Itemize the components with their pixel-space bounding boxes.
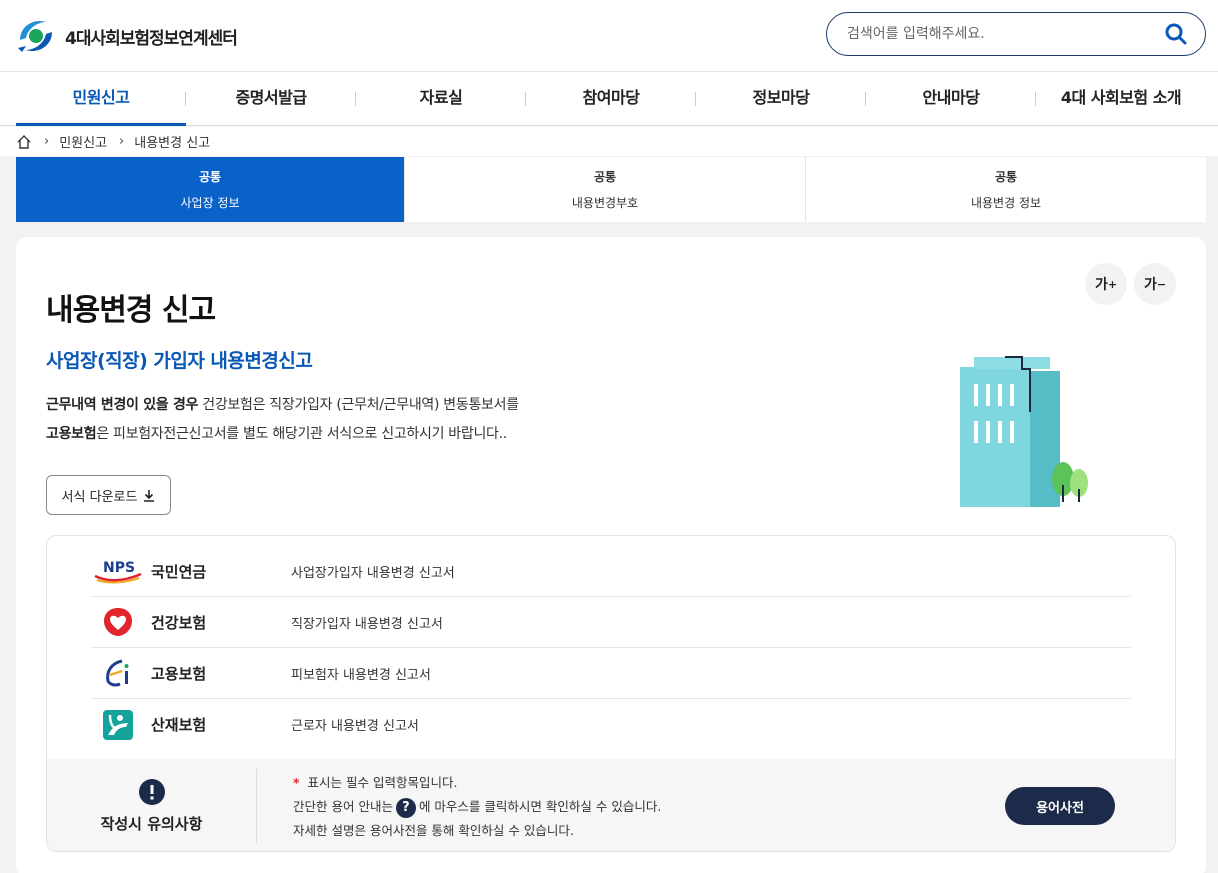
chevron-right-icon: › xyxy=(119,134,125,149)
insurance-form-name: 직장가입자 내용변경 신고서 xyxy=(291,616,443,632)
insurance-name: 산재보험 xyxy=(151,716,207,734)
chevron-right-icon: › xyxy=(44,134,50,149)
insurance-form-name: 근로자 내용변경 신고서 xyxy=(291,719,419,734)
nps-logo-icon: NPS xyxy=(91,554,145,588)
nav-item-information[interactable]: 정보마당 xyxy=(696,72,866,126)
page-title: 내용변경 신고 xyxy=(46,293,216,328)
nav-item-certificate[interactable]: 증명서발급 xyxy=(186,72,356,126)
font-decrease-button[interactable]: 가 − xyxy=(1134,263,1176,305)
content-card: 가 + 가 − 내용변경 신고 사업장(직장) 가입자 내용변경신고 근무내역 변경… xyxy=(16,237,1206,873)
search-box xyxy=(826,12,1206,56)
nhis-logo-icon xyxy=(91,605,145,639)
notice-line-2-pre: 간단한 용어 안내는 xyxy=(293,799,393,814)
search-icon[interactable] xyxy=(1163,21,1189,47)
desc-emphasis: 고용보험 xyxy=(46,426,97,442)
help-question-icon: ? xyxy=(395,797,416,818)
insurance-row-employment: 고용보험 피보험자 내용변경 신고서 xyxy=(91,648,1131,699)
insurance-form-name: 피보험자 내용변경 신고서 xyxy=(291,667,431,683)
minus-icon: − xyxy=(1156,277,1167,291)
notice-line-2-post: 에 마우스를 클릭하시면 확인하실 수 있습니다. xyxy=(418,799,662,814)
desc-emphasis: 근무내역 변경이 있을 경우 xyxy=(46,397,199,413)
step-tab-category: 공통 xyxy=(994,170,1018,184)
page-description: 근무내역 변경이 있을 경우 건강보험은 직장가입자 (근무처/근무내역) 변동… xyxy=(46,391,519,449)
step-tab-category: 공통 xyxy=(593,170,617,184)
breadcrumb-item-current: 내용변경 신고 xyxy=(134,136,211,151)
site-header: 4대사회보험정보연계센터 xyxy=(0,0,1218,72)
font-decrease-label: 가 xyxy=(1143,277,1157,293)
required-mark: * xyxy=(293,775,300,790)
insurance-row-health: 건강보험 직장가입자 내용변경 신고서 xyxy=(91,597,1131,648)
form-download-button[interactable]: 서식 다운로드 xyxy=(46,475,171,515)
font-increase-button[interactable]: 가 + xyxy=(1085,263,1127,305)
step-tab-change-info[interactable]: 공통 내용변경 정보 xyxy=(806,157,1206,222)
notice-line-3: 자세한 설명은 용어사전을 통해 확인하실 수 있습니다. xyxy=(293,823,574,838)
home-icon[interactable] xyxy=(16,134,32,150)
plus-icon: + xyxy=(1107,277,1118,291)
font-increase-label: 가 xyxy=(1094,277,1108,293)
center-logo-icon xyxy=(18,20,52,52)
nav-item-about[interactable]: 4대 사회보험 소개 xyxy=(1036,72,1206,126)
notice-line-1: 표시는 필수 입력항목입니다. xyxy=(303,775,458,790)
insurance-form-name: 사업장가입자 내용변경 신고서 xyxy=(291,565,455,581)
notice-text: * 표시는 필수 입력항목입니다. 간단한 용어 안내는? 에 마우스를 클릭하시… xyxy=(293,771,661,843)
nav-item-civil-report[interactable]: 민원신고 xyxy=(16,72,186,126)
site-logo[interactable]: 4대사회보험정보연계센터 xyxy=(16,16,238,56)
search-input[interactable] xyxy=(847,23,1157,45)
step-tab-label: 내용변경 정보 xyxy=(970,196,1042,210)
desc-text: 건강보험은 직장가입자 (근무처/근무내역) 변동통보서를 xyxy=(198,397,519,413)
notice-label: 작성시 유의사항 xyxy=(100,814,203,833)
insurance-row-nps: NPS 국민연금 사업장가입자 내용변경 신고서 xyxy=(91,546,1131,597)
site-title: 4대사회보험정보연계센터 xyxy=(65,28,238,49)
desc-text: 은 피보험자전근신고서를 별도 해당기관 서식으로 신고하시기 바랍니다.. xyxy=(96,426,507,442)
step-tab-category: 공통 xyxy=(198,170,222,184)
notice-heading: 작성시 유의사항 xyxy=(47,769,257,843)
insurance-name: 건강보험 xyxy=(151,613,207,632)
building-illustration xyxy=(960,356,1088,507)
nav-item-guide[interactable]: 안내마당 xyxy=(866,72,1036,126)
insurance-name: 국민연금 xyxy=(151,562,207,581)
insurance-row-industrial: 산재보험 근로자 내용변경 신고서 xyxy=(91,699,1131,750)
employment-logo-icon xyxy=(91,656,145,690)
step-tab-label: 내용변경부호 xyxy=(571,196,639,210)
step-tabs: 공통 사업장 정보 공통 내용변경부호 공통 내용변경 정보 xyxy=(16,157,1206,222)
nps-logo-text: NPS xyxy=(103,560,135,576)
step-tab-workplace-info[interactable]: 공통 사업장 정보 xyxy=(16,157,405,222)
exclamation-icon xyxy=(138,778,165,805)
comwel-logo-icon xyxy=(91,708,145,742)
nav-item-archive[interactable]: 자료실 xyxy=(356,72,526,126)
insurance-form-box: NPS 국민연금 사업장가입자 내용변경 신고서 건강보험 직장가입자 내용변경… xyxy=(46,535,1176,852)
download-icon xyxy=(144,489,155,502)
insurance-name: 고용보험 xyxy=(151,664,207,683)
glossary-button[interactable]: 용어사전 xyxy=(1005,787,1115,825)
breadcrumb-item-civil-report[interactable]: 민원신고 xyxy=(59,132,107,151)
step-tab-change-code[interactable]: 공통 내용변경부호 xyxy=(405,157,806,222)
step-tab-label: 사업장 정보 xyxy=(180,196,240,210)
writing-notice: 작성시 유의사항 * 표시는 필수 입력항목입니다. 간단한 용어 안내는? 에 … xyxy=(47,759,1175,851)
main-nav: 민원신고 증명서발급 자료실 참여마당 정보마당 안내마당 4대 사회보험 소개 xyxy=(0,72,1218,126)
breadcrumb: › 민원신고 › 내용변경 신고 xyxy=(0,127,1218,156)
page-subtitle: 사업장(직장) 가입자 내용변경신고 xyxy=(46,350,313,372)
nav-item-participation[interactable]: 참여마당 xyxy=(526,72,696,126)
download-label: 서식 다운로드 xyxy=(61,489,138,505)
